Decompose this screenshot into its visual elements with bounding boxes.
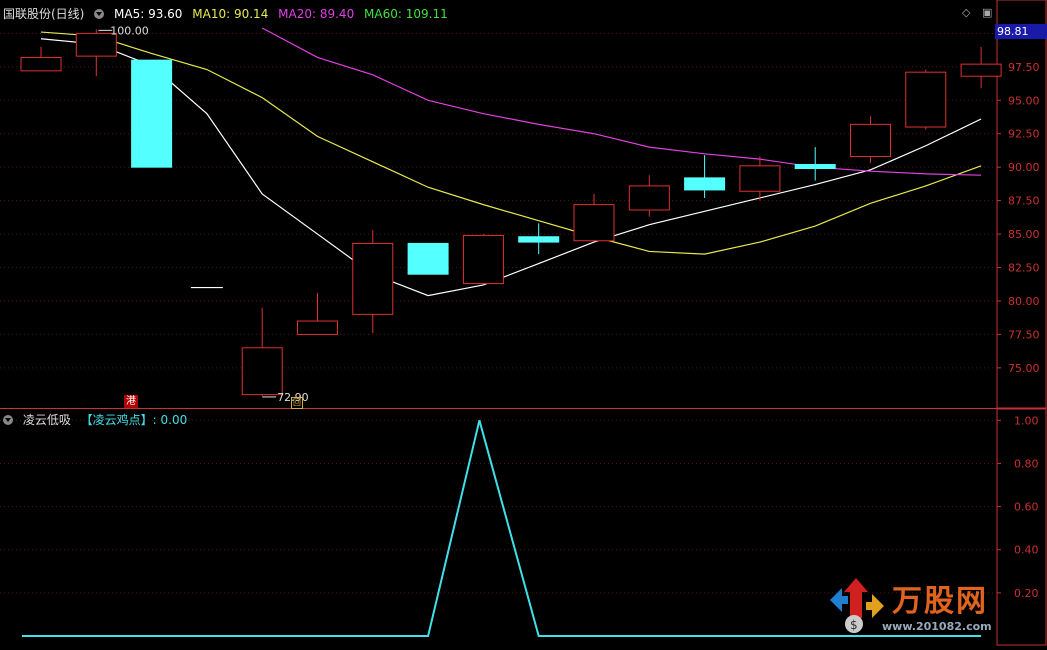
- indicator-header: 凌云低吸 【凌云鸡点】: 0.00: [3, 411, 193, 428]
- y-tick-label: 87.50: [1008, 195, 1040, 208]
- y-tick-label: 82.50: [1008, 262, 1040, 275]
- ma20-label: MA20: 89.40: [278, 7, 355, 21]
- chart-stage: 75.00 77.50 80.00 82.50 85.00 87.50 90.00 92.50…: [0, 0, 1047, 646]
- current-price-tag: 98.81: [995, 24, 1047, 39]
- candle-body-up: [297, 320, 338, 335]
- hk-marker[interactable]: 港: [124, 395, 138, 408]
- candle-body-up: [241, 347, 283, 396]
- candle-body-down: [518, 236, 560, 243]
- svg-text:$: $: [850, 618, 858, 632]
- review-marker[interactable]: 回: [291, 397, 303, 409]
- ma-line-ma10: [40, 31, 982, 255]
- candle-body-up: [573, 204, 615, 242]
- y-tick-label: 77.50: [1008, 328, 1040, 341]
- chart-svg: 75.00 77.50 80.00 82.50 85.00 87.50 90.00 92.50…: [0, 0, 1047, 646]
- candle-body-up: [905, 71, 947, 128]
- logo-url: www.201082.com: [882, 620, 992, 633]
- candle-body-up: [628, 185, 670, 211]
- logo-arrow-icon: $: [830, 578, 884, 633]
- logo-text: 万股网: [892, 584, 988, 619]
- y-tick-label: 90.00: [1008, 161, 1040, 174]
- ma10-label: MA10: 90.14: [192, 7, 269, 21]
- candle-body-down: [407, 242, 449, 275]
- high-price-label: 100.00: [110, 24, 149, 37]
- y-tick-label: 75.00: [1008, 362, 1040, 375]
- y-tick-label: 0.40: [1014, 544, 1039, 557]
- y-tick-label: 80.00: [1008, 295, 1040, 308]
- diamond-icon[interactable]: ◇: [962, 6, 970, 19]
- window-controls: ◇ ▣: [962, 6, 992, 19]
- candle-body-up: [850, 123, 891, 157]
- main-chart-header: 国联股份(日线) MA5: 93.60 MA10: 90.14 MA20: 89…: [3, 5, 454, 22]
- y-tick-label: 97.50: [1008, 61, 1040, 74]
- y-tick-label: 1.00: [1014, 414, 1039, 427]
- candle-body-up: [462, 234, 504, 285]
- ma60-label: MA60: 109.11: [364, 7, 448, 21]
- y-tick-label: 0.80: [1014, 457, 1039, 470]
- stock-title: 国联股份(日线): [3, 7, 85, 21]
- candle-body-down: [794, 163, 836, 170]
- indicator-param: 【凌云鸡点】: 0.00: [80, 413, 188, 427]
- y-tick-label: 85.00: [1008, 228, 1040, 241]
- restore-icon[interactable]: ▣: [982, 6, 992, 19]
- indicator-name: 凌云低吸: [22, 413, 71, 427]
- indicator-dropdown-icon[interactable]: [3, 415, 13, 425]
- y-tick-label: 0.60: [1014, 501, 1039, 514]
- watermark-logo: $ 万股网 www.201082.com: [826, 570, 1026, 640]
- candle-body-up: [352, 242, 394, 315]
- ma5-label: MA5: 93.60: [114, 7, 183, 21]
- y-tick-label: 95.00: [1008, 94, 1040, 107]
- candle-body-up: [739, 165, 781, 192]
- y-tick-label: 92.50: [1008, 128, 1040, 141]
- dropdown-icon[interactable]: [94, 9, 105, 19]
- candle-body-down: [684, 177, 726, 191]
- candle-body-down: [131, 59, 173, 168]
- candle-body-up: [960, 63, 1002, 77]
- candle-body-up: [20, 56, 62, 72]
